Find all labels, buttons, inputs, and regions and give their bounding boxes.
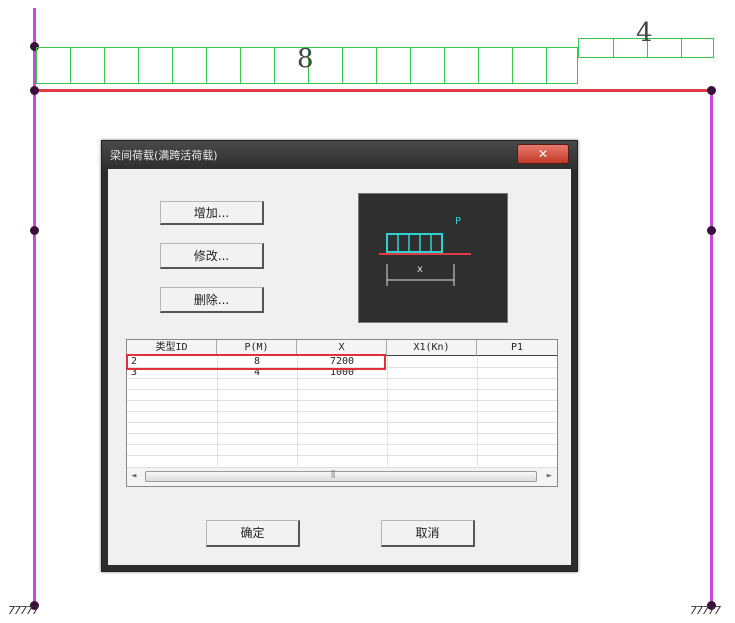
cell-x1 [387, 367, 477, 378]
row-highlight-box [126, 354, 386, 370]
load-diagram-icon [379, 233, 471, 286]
ok-button[interactable]: 确定 [206, 520, 300, 547]
cell-x1 [387, 356, 477, 367]
column-header-p1[interactable]: P1 [477, 340, 557, 356]
beam [33, 89, 713, 92]
scroll-grip-icon: ⫼ [331, 470, 336, 480]
node-beam-left [30, 86, 39, 95]
node-left-mid [30, 226, 39, 235]
small-load-value: 4 [636, 18, 653, 48]
load-preview: P x [358, 193, 508, 323]
right-column [710, 90, 713, 608]
cell-p1 [477, 356, 557, 367]
main-load-value: 8 [297, 44, 314, 74]
right-support-symbol: 77777 [690, 604, 721, 617]
modify-button[interactable]: 修改... [160, 243, 264, 269]
cancel-button[interactable]: 取消 [381, 520, 475, 547]
scroll-left-icon[interactable]: ◄ [131, 471, 136, 481]
column-header-x1[interactable]: X1(Kn) [387, 340, 477, 356]
node-beam-right [707, 86, 716, 95]
delete-button[interactable]: 删除... [160, 287, 264, 313]
left-support-symbol: 77777 [8, 604, 39, 617]
close-button[interactable]: ✕ [517, 144, 569, 164]
horizontal-scrollbar[interactable]: ◄ ⫼ ► [127, 467, 557, 486]
preview-p-label: P [455, 216, 462, 227]
scrollbar-thumb[interactable]: ⫼ [145, 470, 537, 482]
beam-load-dialog: 梁间荷载(满跨活荷载) ✕ 增加... 修改... 删除... P x 类型ID… [101, 140, 578, 572]
add-button[interactable]: 增加... [160, 201, 264, 225]
load-table[interactable]: 类型ID P(M) X X1(Kn) P1 2 8 7200 3 4 1000 … [126, 339, 558, 487]
cell-p1 [477, 367, 557, 378]
left-column [33, 8, 36, 608]
dialog-title: 梁间荷载(满跨活荷载) [110, 149, 218, 162]
scroll-right-icon[interactable]: ► [547, 471, 552, 481]
node-right-mid [707, 226, 716, 235]
dialog-titlebar[interactable]: 梁间荷载(满跨活荷载) ✕ [102, 141, 577, 169]
preview-x-label: x [417, 264, 423, 275]
dialog-client: 增加... 修改... 删除... P x 类型ID P(M) X X1(Kn)… [108, 169, 571, 565]
